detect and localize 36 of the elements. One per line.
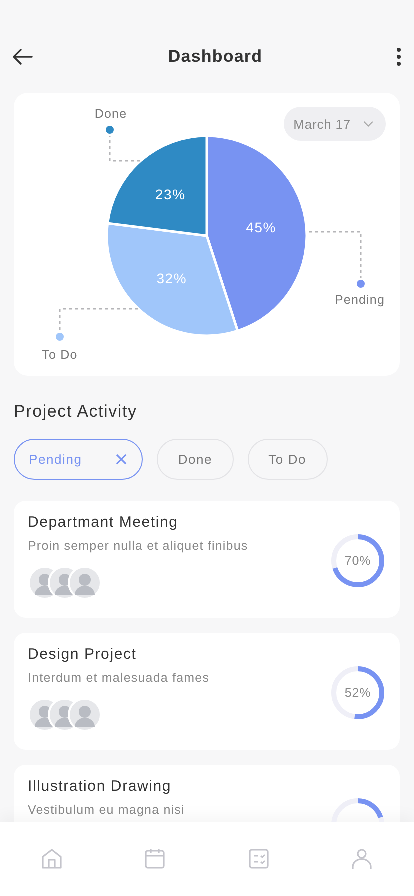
checklist-icon[interactable] xyxy=(246,847,271,871)
project-title: Design Project xyxy=(28,646,138,663)
slice-percentage: 23% xyxy=(155,186,186,203)
calendar-icon[interactable] xyxy=(143,847,168,871)
date-dropdown[interactable]: March 17 xyxy=(284,107,386,141)
slice-percentage: 45% xyxy=(246,219,277,236)
section-title: Project Activity xyxy=(14,402,138,422)
progress-ring xyxy=(330,532,386,588)
project-description: Interdum et malesuada fames xyxy=(28,671,210,685)
project-title: Departmant Meeting xyxy=(28,514,180,531)
project-description: Vestibulum eu magna nisi xyxy=(28,803,185,817)
chevron-down-icon xyxy=(363,120,374,128)
progress-ring xyxy=(330,664,386,720)
page-title: Dashboard xyxy=(168,46,263,66)
project-card[interactable]: Design Project Interdum et malesuada fames 52% xyxy=(14,633,400,750)
project-description: Proin semper nulla et aliquet finibus xyxy=(28,539,248,553)
avatar-icon xyxy=(68,698,102,732)
legend-label: Done xyxy=(94,107,128,121)
leader-line xyxy=(106,126,140,162)
project-card[interactable]: Illustration Drawing Vestibulum eu magna nisi xyxy=(14,765,400,822)
more-options-icon[interactable] xyxy=(396,46,402,66)
legend-label: To Do xyxy=(42,348,78,362)
filter-chip[interactable]: Done xyxy=(157,439,234,480)
filter-chip[interactable]: To Do xyxy=(248,439,328,480)
progress-percentage: 52% xyxy=(344,686,372,700)
avatar-icon xyxy=(68,566,102,600)
close-icon[interactable] xyxy=(116,454,128,465)
project-card[interactable]: Departmant Meeting Proin semper nulla et aliquet finibus 70% xyxy=(14,501,400,618)
leader-line xyxy=(309,231,365,288)
profile-icon[interactable] xyxy=(350,847,374,871)
filter-chip[interactable]: Pending xyxy=(14,439,144,480)
legend-label: Pending xyxy=(334,293,386,307)
slice-percentage: 32% xyxy=(156,270,188,286)
progress-percentage: 70% xyxy=(344,554,372,568)
home-icon[interactable] xyxy=(40,847,64,871)
project-title: Illustration Drawing xyxy=(28,778,173,795)
